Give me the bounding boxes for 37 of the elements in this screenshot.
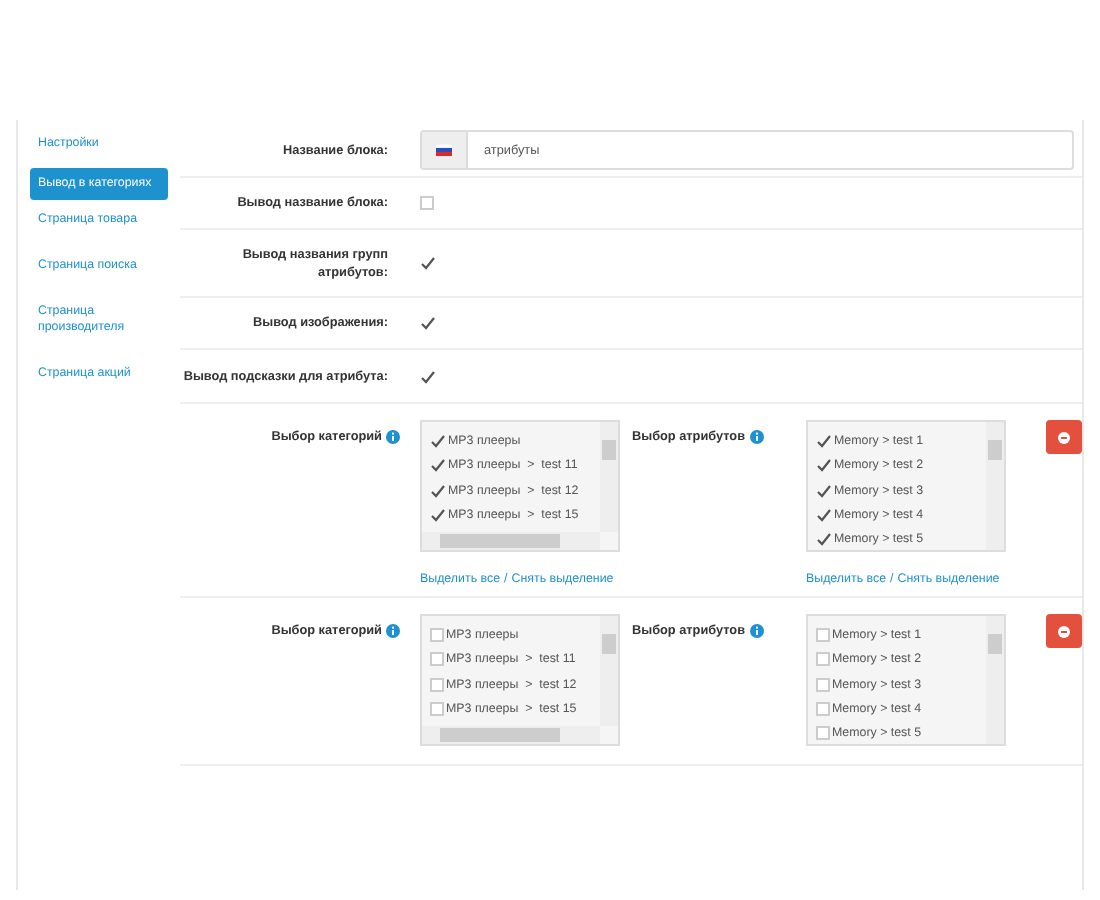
vertical-scrollbar[interactable] <box>600 422 618 532</box>
help-icon <box>386 624 400 638</box>
help-icon <box>749 430 763 444</box>
checkmark-icon[interactable] <box>420 316 436 330</box>
vertical-scrollbar[interactable] <box>986 422 1004 550</box>
horizontal-scrollbar[interactable] <box>422 532 600 550</box>
checkbox[interactable] <box>816 701 830 716</box>
checkmark-icon[interactable] <box>430 458 446 473</box>
checkbox[interactable] <box>816 677 830 692</box>
vertical-scrollbar[interactable] <box>986 616 1004 744</box>
checkbox[interactable] <box>816 628 830 642</box>
help-icon <box>386 430 400 444</box>
checkbox[interactable] <box>430 652 444 667</box>
minus-circle-icon <box>1058 431 1070 443</box>
checkmark-icon[interactable] <box>816 434 832 448</box>
checkbox[interactable] <box>420 196 434 210</box>
checkbox[interactable] <box>816 652 830 667</box>
checkbox[interactable] <box>430 701 444 716</box>
checkmark-icon[interactable] <box>430 507 446 522</box>
checkbox[interactable] <box>430 628 444 642</box>
remove-button[interactable] <box>1046 420 1082 454</box>
checkmark-icon[interactable] <box>420 256 436 270</box>
vertical-scrollbar[interactable] <box>600 616 618 726</box>
checkmark-icon[interactable] <box>420 369 436 383</box>
help-icon <box>749 624 763 638</box>
checkbox[interactable] <box>430 677 444 692</box>
checkmark-icon[interactable] <box>816 507 832 522</box>
remove-button[interactable] <box>1046 614 1082 648</box>
checkmark-icon[interactable] <box>430 483 446 498</box>
checkbox[interactable] <box>816 726 830 741</box>
checkmark-icon[interactable] <box>816 532 832 547</box>
checkmark-icon[interactable] <box>816 458 832 473</box>
checkmark-icon[interactable] <box>430 434 446 448</box>
checkmark-icon[interactable] <box>816 483 832 498</box>
horizontal-scrollbar[interactable] <box>422 726 600 744</box>
flag-icon <box>436 144 452 156</box>
minus-circle-icon <box>1058 625 1070 637</box>
